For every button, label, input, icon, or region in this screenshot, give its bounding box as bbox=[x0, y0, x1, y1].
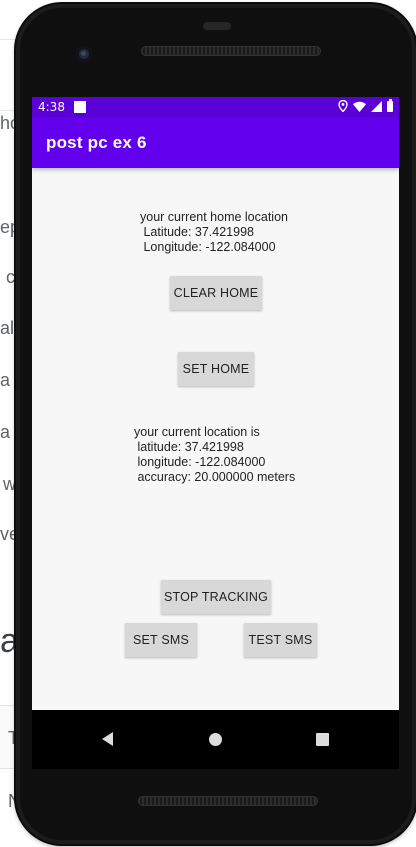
back-icon[interactable] bbox=[102, 732, 113, 746]
notification-icon bbox=[74, 101, 86, 113]
background-text-fragment: a bbox=[0, 370, 11, 390]
test-sms-button[interactable]: TEST SMS bbox=[244, 623, 317, 657]
set-home-button[interactable]: SET HOME bbox=[178, 352, 254, 386]
navigation-bar bbox=[32, 710, 399, 769]
recents-icon[interactable] bbox=[316, 733, 329, 746]
current-accuracy: accuracy: 20.000000 meters bbox=[134, 470, 296, 484]
set-sms-button[interactable]: SET SMS bbox=[125, 623, 197, 657]
home-latitude: Latitude: 37.421998 bbox=[140, 225, 254, 239]
background-text-fragment: c bbox=[6, 267, 15, 287]
earpiece bbox=[203, 22, 231, 30]
app-title: post pc ex 6 bbox=[46, 133, 147, 152]
background-text-fragment: a bbox=[0, 422, 11, 442]
home-longitude: Longitude: -122.084000 bbox=[140, 240, 276, 254]
clear-home-button[interactable]: CLEAR HOME bbox=[170, 276, 262, 310]
top-speaker-grille bbox=[141, 46, 321, 56]
app-bar: post pc ex 6 bbox=[32, 117, 399, 168]
location-icon bbox=[338, 99, 348, 113]
home-location-heading: your current home location bbox=[140, 210, 288, 224]
battery-icon bbox=[387, 98, 393, 112]
current-latitude: latitude: 37.421998 bbox=[134, 440, 244, 454]
device-screen: 4:38 post pc ex 6 your current home loca… bbox=[32, 97, 399, 769]
background-text-fragment: al bbox=[0, 318, 15, 338]
wifi-icon bbox=[353, 101, 366, 112]
bottom-speaker-grille bbox=[138, 796, 318, 806]
current-location-heading: your current location is bbox=[134, 425, 260, 439]
signal-icon bbox=[371, 100, 382, 112]
status-bar: 4:38 bbox=[32, 97, 399, 117]
status-time: 4:38 bbox=[38, 100, 65, 114]
home-icon[interactable] bbox=[209, 733, 222, 746]
current-longitude: longitude: -122.084000 bbox=[134, 455, 266, 469]
front-camera-icon bbox=[76, 46, 92, 62]
stop-tracking-button[interactable]: STOP TRACKING bbox=[161, 580, 271, 614]
background-text-fragment: w bbox=[3, 474, 16, 494]
